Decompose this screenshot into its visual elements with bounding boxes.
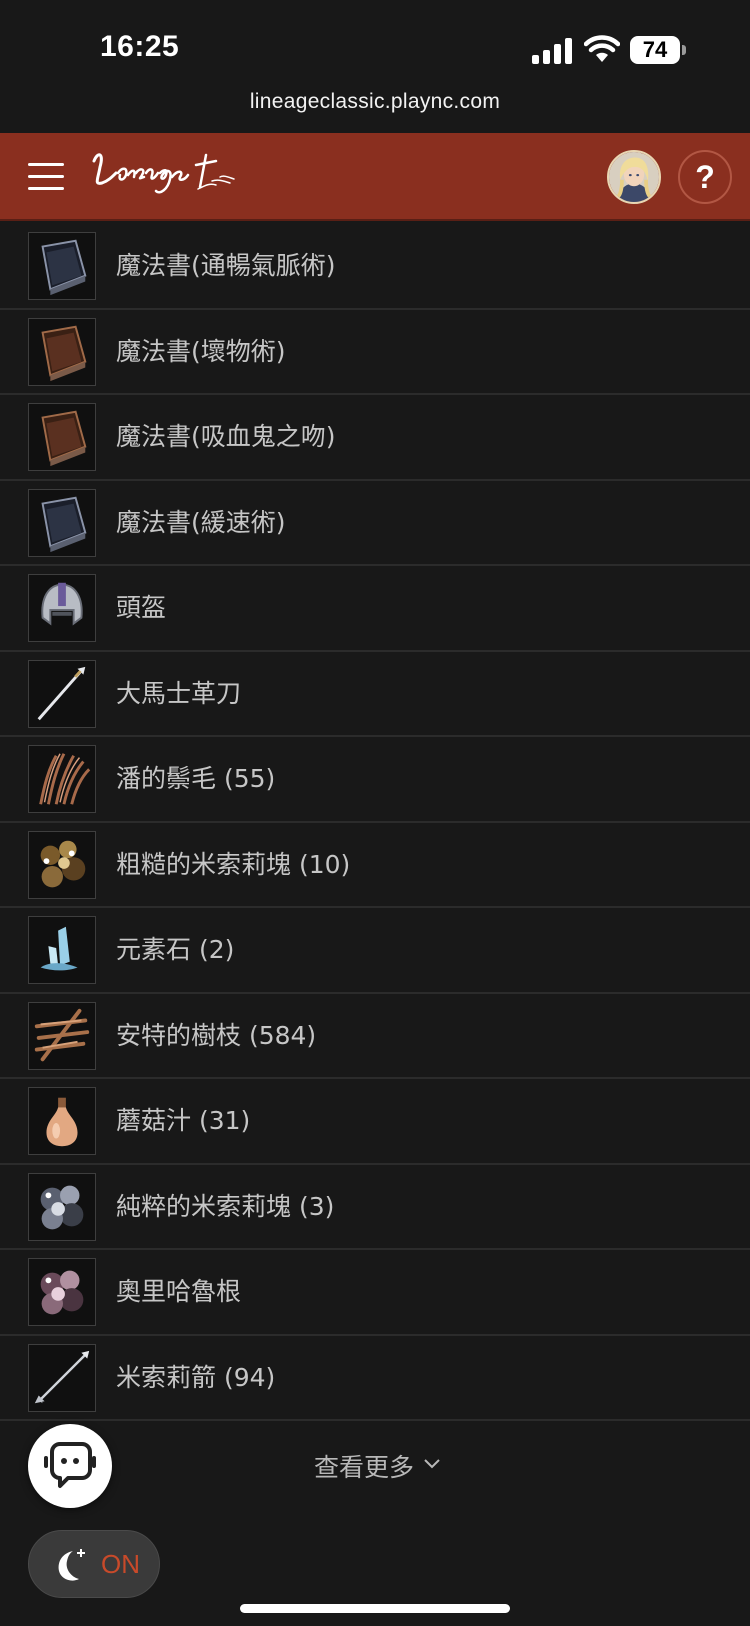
list-item[interactable]: 奧里哈魯根 <box>0 1250 750 1336</box>
list-item[interactable]: 魔法書(緩速術) <box>0 481 750 566</box>
chevron-down-icon <box>424 1459 440 1469</box>
list-item[interactable]: 安特的樹枝 (584) <box>0 994 750 1079</box>
item-name: 魔法書(壞物術) <box>116 336 286 366</box>
battery-indicator: 74 <box>630 36 686 64</box>
item-name: 安特的樹枝 (584) <box>116 1020 317 1050</box>
night-mode-toggle[interactable]: ON <box>28 1530 160 1598</box>
list-item[interactable]: 元素石 (2) <box>0 908 750 994</box>
mithril-icon <box>28 1172 96 1241</box>
item-name: 元素石 (2) <box>116 935 235 964</box>
night-mode-status: ON <box>101 1549 140 1579</box>
item-name: 潘的鬃毛 (55) <box>116 764 276 793</box>
list-item[interactable]: 米索莉箭 (94) <box>0 1336 750 1421</box>
branches-icon <box>28 1001 96 1070</box>
item-name: 蘑菇汁 (31) <box>116 1106 251 1135</box>
chat-button[interactable] <box>28 1424 112 1508</box>
arrow-icon <box>28 1343 96 1412</box>
moon-icon <box>58 1549 85 1581</box>
list-item[interactable]: 魔法書(通暢氣脈術) <box>0 224 750 310</box>
list-item[interactable]: 魔法書(壞物術) <box>0 310 750 395</box>
gourd-icon <box>28 1087 96 1155</box>
list-item[interactable]: 純粹的米索莉塊 (3) <box>0 1165 750 1250</box>
dark-spellbook-icon <box>28 488 96 557</box>
item-name: 魔法書(通暢氣脈術) <box>116 251 336 280</box>
site-header: ? <box>0 133 750 221</box>
list-item[interactable]: 大馬士革刀 <box>0 652 750 737</box>
item-list: 魔法書(通暢氣脈術) 魔法書(壞物術) 魔法書(吸血鬼之吻) 魔法書(緩速術) … <box>0 224 750 1421</box>
item-name: 粗糙的米索莉塊 (10) <box>116 849 351 879</box>
crystal-icon <box>28 916 96 984</box>
cellular-signal-icon <box>532 36 574 64</box>
oriharukon-icon <box>28 1258 96 1326</box>
home-indicator <box>240 1604 510 1613</box>
list-item[interactable]: 頭盔 <box>0 566 750 652</box>
lineage-logo[interactable] <box>88 143 248 213</box>
load-more-label: 查看更多 <box>314 1453 415 1482</box>
menu-icon[interactable] <box>28 163 64 191</box>
chat-icon <box>44 1442 96 1488</box>
user-avatar[interactable] <box>607 150 661 204</box>
browser-url[interactable]: lineageclassic.plaync.com <box>0 90 750 114</box>
list-item[interactable]: 潘的鬃毛 (55) <box>0 737 750 823</box>
status-bar: 16:25 74 <box>0 0 750 88</box>
help-button[interactable]: ? <box>678 150 732 204</box>
list-item[interactable]: 魔法書(吸血鬼之吻) <box>0 395 750 481</box>
list-item[interactable]: 蘑菇汁 (31) <box>0 1079 750 1165</box>
mane-icon <box>28 745 96 813</box>
helmet-icon <box>28 574 96 642</box>
item-name: 魔法書(吸血鬼之吻) <box>116 422 336 451</box>
sword-icon <box>28 659 96 728</box>
wifi-icon <box>584 35 620 62</box>
item-name: 純粹的米索莉塊 (3) <box>116 1191 335 1221</box>
dark-spellbook-icon <box>28 232 96 300</box>
item-name: 頭盔 <box>116 593 167 622</box>
load-more-button[interactable]: 查看更多 <box>0 1420 750 1510</box>
ore-icon <box>28 830 96 899</box>
item-name: 大馬士革刀 <box>116 678 242 708</box>
status-time: 16:25 <box>100 30 180 63</box>
item-name: 奧里哈魯根 <box>116 1277 242 1306</box>
list-item[interactable]: 粗糙的米索莉塊 (10) <box>0 823 750 908</box>
brown-spellbook-icon <box>28 317 96 386</box>
brown-spellbook-icon <box>28 403 96 471</box>
item-name: 魔法書(緩速術) <box>116 507 286 537</box>
item-name: 米索莉箭 (94) <box>116 1362 276 1392</box>
